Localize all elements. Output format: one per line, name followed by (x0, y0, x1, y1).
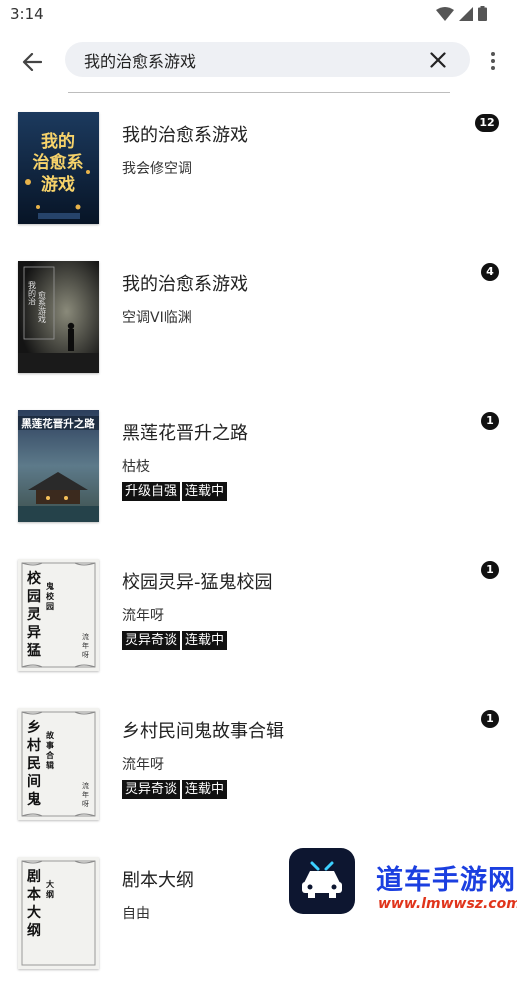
svg-text:大: 大 (46, 879, 54, 889)
book-title: 我的治愈系游戏 (122, 274, 248, 295)
genre-tag: 灵异奇谈 (122, 780, 181, 799)
book-title: 黑莲花晋升之路 (122, 423, 248, 444)
genre-tag: 灵异奇谈 (122, 631, 181, 650)
svg-text:事: 事 (46, 740, 54, 750)
book-item[interactable]: 校 园 灵 异 猛 鬼 校 园 流 年 呀 校园灵异-猛鬼校园 流年呀 灵异奇谈… (0, 547, 517, 696)
svg-text:年: 年 (82, 641, 89, 650)
book-tags: 灵异奇谈 连载中 (122, 631, 228, 650)
book-author: 自由 (122, 906, 150, 922)
search-toolbar (0, 34, 517, 90)
car-icon (302, 861, 342, 898)
unread-count-badge: 1 (481, 710, 499, 728)
svg-text:合: 合 (45, 750, 55, 760)
svg-text:流: 流 (82, 632, 89, 641)
book-cover: 我的治 愈系游戏 (18, 261, 99, 373)
svg-text:愈系游戏: 愈系游戏 (38, 290, 47, 324)
svg-text:辑: 辑 (46, 760, 54, 770)
book-cover: 乡 村 民 间 鬼 故 事 合 辑 流 年 呀 (18, 708, 99, 820)
svg-text:治愈系: 治愈系 (33, 152, 84, 173)
status-time: 3:14 (10, 5, 44, 23)
svg-text:大: 大 (27, 904, 41, 921)
site-watermark: 道车手游网 www.lmwwsz.com (288, 848, 517, 919)
svg-text:黑莲花晋升之路: 黑莲花晋升之路 (21, 417, 95, 430)
search-box[interactable] (65, 42, 470, 77)
svg-text:纲: 纲 (46, 889, 54, 899)
unread-count-badge: 1 (481, 561, 499, 579)
book-item[interactable]: 黑莲花晋升之路 黑莲花晋升之路 枯枝 升级自强 连载中 1 (0, 398, 517, 547)
book-item[interactable]: 我的 治愈系 游戏 我的治愈系游戏 我会修空调 12 (0, 100, 517, 249)
status-tag: 连载中 (182, 631, 228, 650)
svg-text:乡: 乡 (27, 720, 41, 736)
status-tag: 连载中 (182, 482, 228, 501)
back-button[interactable] (18, 48, 46, 76)
book-title: 我的治愈系游戏 (122, 125, 248, 146)
svg-text:灵: 灵 (27, 607, 42, 623)
book-title: 乡村民间鬼故事合辑 (122, 721, 284, 742)
wifi-icon (436, 6, 454, 21)
book-cover: 剧 本 大 纲 大 纲 (18, 857, 99, 969)
more-vert-icon-dot (491, 52, 495, 56)
svg-text:校: 校 (27, 570, 42, 587)
search-input[interactable] (82, 49, 416, 70)
watermark-logo (289, 848, 355, 914)
svg-text:园: 园 (46, 602, 54, 611)
cover-title: 我的 (41, 131, 75, 152)
book-author: 流年呀 (122, 757, 164, 773)
svg-text:年: 年 (82, 790, 89, 799)
book-tags: 升级自强 连载中 (122, 482, 228, 501)
status-bar: 3:14 (0, 0, 517, 30)
svg-text:呀: 呀 (82, 800, 89, 808)
battery-icon (478, 6, 487, 21)
svg-text:园: 园 (27, 589, 41, 605)
svg-text:剧: 剧 (27, 869, 41, 885)
genre-tag: 升级自强 (122, 482, 181, 501)
book-tags: 灵异奇谈 连载中 (122, 780, 228, 799)
book-author: 空调VI临渊 (122, 310, 192, 326)
close-icon (430, 52, 446, 68)
status-icons (436, 6, 487, 21)
unread-count-badge: 12 (475, 114, 499, 132)
book-item[interactable]: 我的治 愈系游戏 我的治愈系游戏 空调VI临渊 4 (0, 249, 517, 398)
svg-text:本: 本 (27, 886, 42, 903)
svg-text:我的治: 我的治 (28, 280, 37, 306)
svg-text:异: 异 (27, 625, 41, 641)
svg-text:鬼: 鬼 (27, 791, 41, 808)
status-tag: 连载中 (182, 780, 228, 799)
unread-count-badge: 4 (481, 263, 499, 281)
svg-text:流: 流 (82, 781, 89, 790)
svg-text:鬼: 鬼 (46, 581, 54, 591)
svg-text:纲: 纲 (27, 922, 41, 939)
clear-search-button[interactable] (428, 50, 448, 70)
svg-text:游戏: 游戏 (41, 174, 75, 195)
book-item[interactable]: 乡 村 民 间 鬼 故 事 合 辑 流 年 呀 乡村民间鬼故事合辑 流年呀 灵异… (0, 696, 517, 845)
book-author: 枯枝 (122, 459, 150, 475)
svg-text:故: 故 (46, 730, 55, 740)
svg-text:猛: 猛 (26, 642, 41, 659)
svg-text:村: 村 (27, 737, 41, 754)
more-options-button[interactable] (483, 48, 503, 74)
svg-text:呀: 呀 (82, 651, 89, 659)
search-underline (68, 92, 450, 93)
book-cover: 黑莲花晋升之路 (18, 410, 99, 522)
arrow-back-icon (22, 53, 42, 71)
watermark-url: www.lmwwsz.com (378, 896, 517, 912)
book-author: 我会修空调 (122, 161, 192, 177)
watermark-title: 道车手游网 (376, 865, 516, 896)
more-vert-icon-dot (491, 59, 495, 63)
unread-count-badge: 1 (481, 412, 499, 430)
book-cover: 我的 治愈系 游戏 (18, 112, 99, 224)
book-author: 流年呀 (122, 608, 164, 624)
svg-text:民: 民 (27, 756, 41, 772)
svg-text:校: 校 (46, 591, 55, 601)
book-cover: 校 园 灵 异 猛 鬼 校 园 流 年 呀 (18, 559, 99, 671)
signal-icon (459, 6, 473, 21)
more-vert-icon-dot (491, 66, 495, 70)
book-title: 校园灵异-猛鬼校园 (122, 572, 273, 593)
book-title: 剧本大纲 (122, 870, 194, 891)
svg-text:间: 间 (27, 773, 41, 790)
